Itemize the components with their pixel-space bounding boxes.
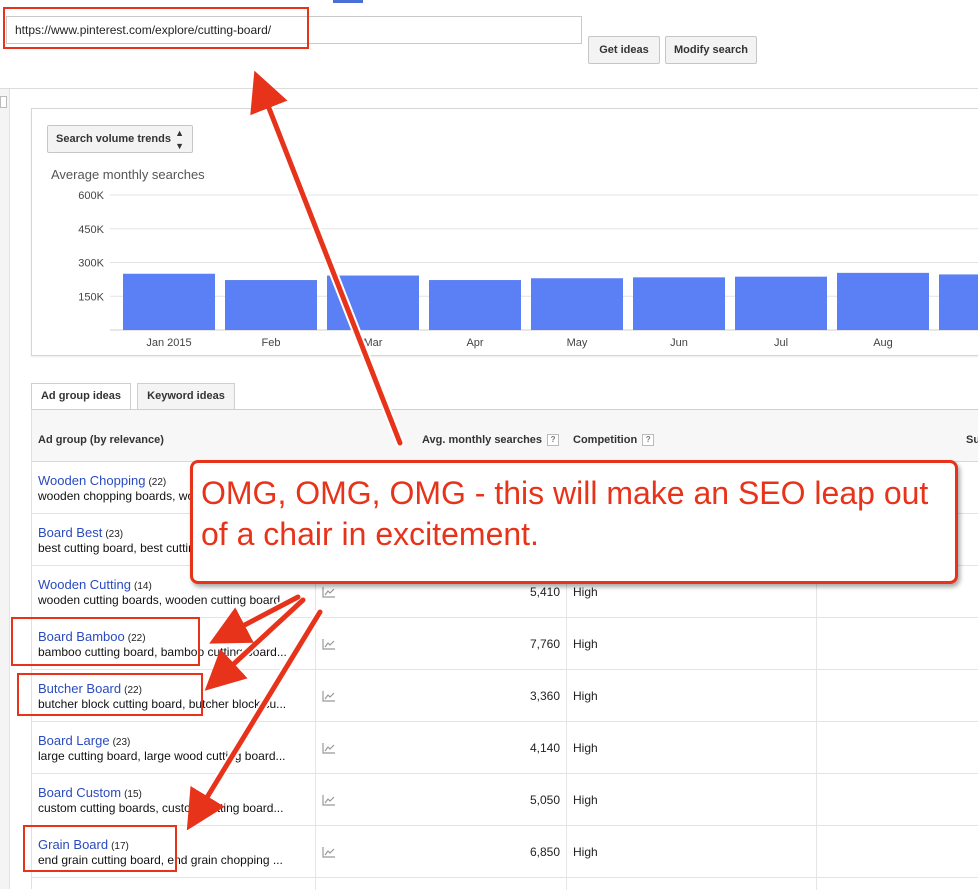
arrow-to-url — [250, 70, 403, 446]
annotation-arrows — [186, 70, 405, 831]
annotation-text: OMG, OMG, OMG - this will make an SEO le… — [201, 475, 929, 552]
annotation-callout: OMG, OMG, OMG - this will make an SEO le… — [190, 460, 958, 584]
arrow-to-butcher-board — [204, 597, 306, 691]
